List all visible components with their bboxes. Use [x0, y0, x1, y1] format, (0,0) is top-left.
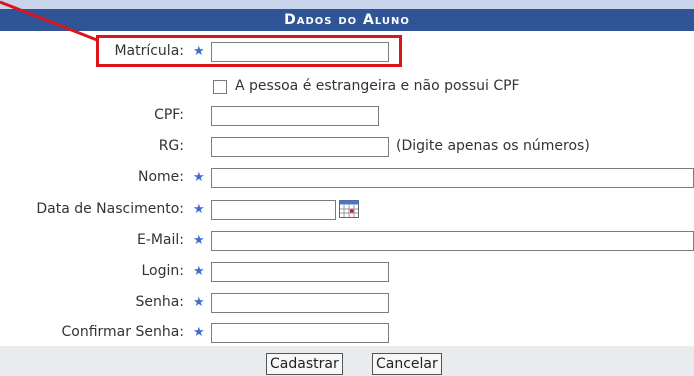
rg-label: RG: [158, 138, 184, 154]
required-star-icon: ★ [193, 233, 205, 248]
matricula-highlight-box [96, 35, 402, 67]
email-row: E-Mail: ★ [0, 229, 694, 255]
cpf-row: CPF: [0, 104, 694, 130]
email-input[interactable] [211, 231, 694, 251]
form-title: Dados do Aluno [0, 9, 694, 31]
required-star-icon: ★ [193, 264, 205, 279]
login-label: Login: [141, 263, 185, 279]
estrangeiro-row: A pessoa é estrangeira e não possui CPF [0, 78, 694, 104]
nome-input[interactable] [211, 168, 694, 188]
cpf-input[interactable] [211, 106, 379, 126]
nome-row: Nome: ★ [0, 166, 694, 192]
nascimento-row: Data de Nascimento: ★ [0, 198, 694, 224]
cancelar-button[interactable]: Cancelar [372, 353, 442, 375]
senha-label: Senha: [135, 294, 184, 310]
login-input[interactable] [211, 262, 389, 282]
login-row: Login: ★ [0, 260, 694, 286]
required-star-icon: ★ [193, 325, 205, 340]
estrangeiro-checkbox[interactable] [213, 80, 227, 94]
nome-label: Nome: [137, 169, 184, 185]
cadastrar-button[interactable]: Cadastrar [266, 353, 343, 375]
senha-row: Senha: ★ [0, 291, 694, 317]
rg-input[interactable] [211, 137, 389, 157]
nascimento-label: Data de Nascimento: [36, 201, 184, 217]
nascimento-input[interactable] [211, 200, 336, 220]
required-star-icon: ★ [193, 170, 205, 185]
estrangeiro-label: A pessoa é estrangeira e não possui CPF [235, 78, 520, 94]
callout-arrow-line [0, 0, 98, 42]
senha-input[interactable] [211, 293, 389, 313]
form-header: Dados do Aluno [0, 0, 694, 31]
required-star-icon: ★ [193, 202, 205, 217]
email-label: E-Mail: [136, 232, 184, 248]
confirmar-senha-row: Confirmar Senha: ★ [0, 321, 694, 347]
confirmar-senha-label: Confirmar Senha: [61, 324, 184, 340]
form-footer: Cadastrar Cancelar [0, 346, 694, 376]
rg-hint: (Digite apenas os números) [396, 138, 590, 154]
required-star-icon: ★ [193, 295, 205, 310]
confirmar-senha-input[interactable] [211, 323, 389, 343]
calendar-icon[interactable] [339, 200, 359, 218]
rg-row: RG: (Digite apenas os números) [0, 135, 694, 161]
cpf-label: CPF: [154, 107, 184, 123]
